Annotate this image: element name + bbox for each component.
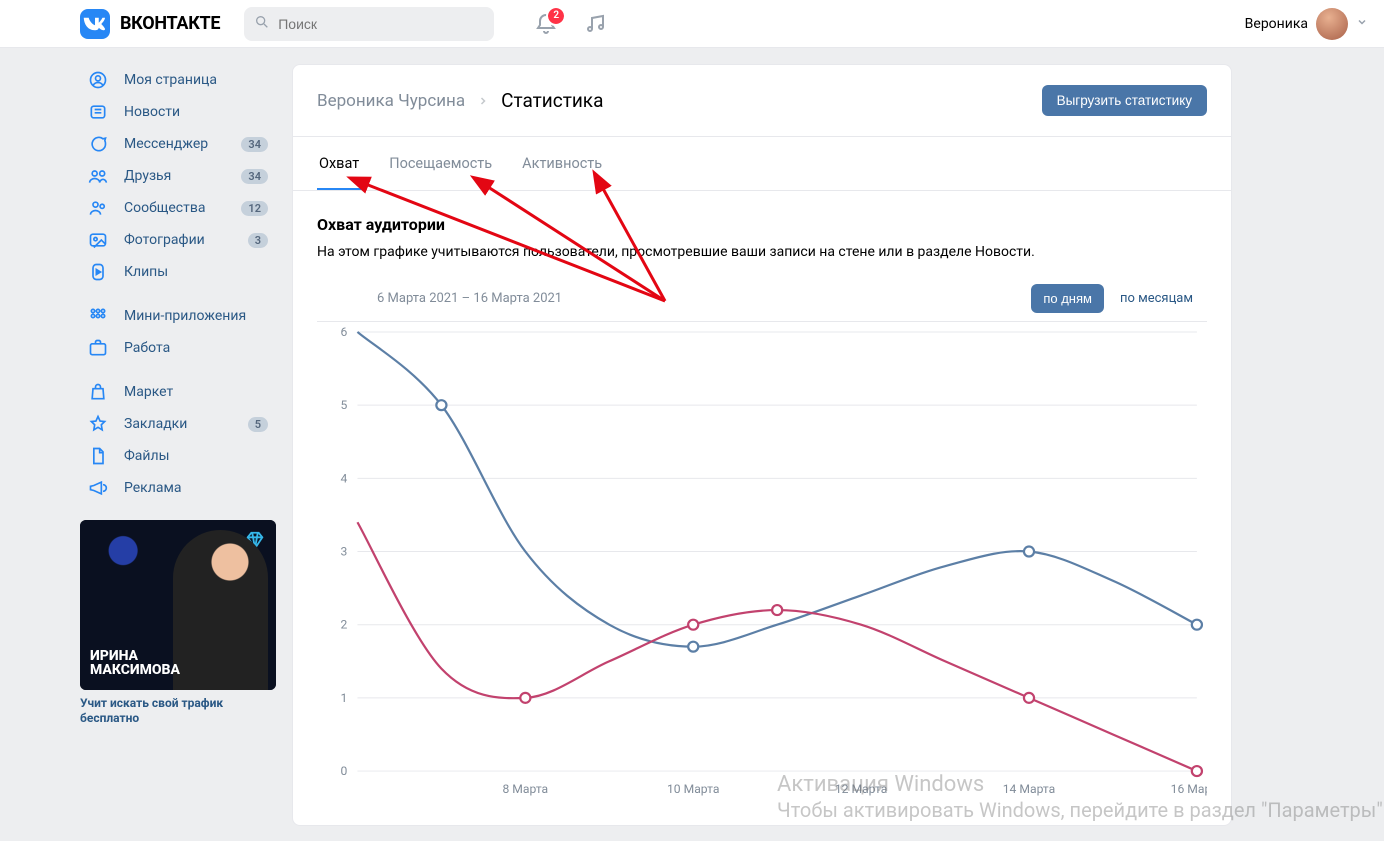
sidebar-item-msg[interactable]: Мессенджер 34 — [80, 128, 276, 160]
svg-text:10 Марта: 10 Марта — [667, 782, 720, 796]
megaphone-icon — [88, 478, 110, 498]
page-title: Статистика — [501, 89, 603, 112]
bag-icon — [88, 382, 110, 402]
svg-text:8 Марта: 8 Марта — [502, 782, 548, 796]
tab-activity[interactable]: Активность — [520, 137, 604, 190]
users-icon — [88, 198, 110, 218]
granularity-month-link[interactable]: по месяцам — [1110, 284, 1203, 313]
svg-text:0: 0 — [341, 764, 348, 778]
sidebar-item-label: Друзья — [124, 168, 227, 184]
section-title: Охват аудитории — [317, 215, 1207, 234]
brand-logo[interactable]: ВКОНТАКТЕ — [80, 9, 220, 39]
sidebar-item-clips[interactable]: Клипы — [80, 256, 276, 288]
sidebar-item-count: 34 — [241, 137, 268, 152]
sidebar: Моя страница Новости Мессенджер 34 Друзья 34 С… — [80, 64, 276, 826]
music-button[interactable] — [584, 12, 608, 36]
tabs-row: Охват Посещаемость Активность — [293, 137, 1231, 191]
breadcrumb-user[interactable]: Вероника Чурсина — [317, 91, 465, 111]
user-menu[interactable]: Вероника — [1245, 8, 1368, 40]
user-circle-icon — [88, 70, 110, 90]
sidebar-item-miniapps[interactable]: Мини-приложения — [80, 300, 276, 332]
search-icon — [254, 14, 270, 34]
sidebar-item-label: Мини-приложения — [124, 308, 268, 324]
sidebar-item-ads[interactable]: Реклама — [80, 472, 276, 504]
chevron-right-icon — [477, 93, 489, 108]
chevron-down-icon — [1356, 16, 1368, 32]
sidebar-ad-caption[interactable]: Учит искать свой трафик бесплатно — [80, 696, 276, 726]
sidebar-item-label: Маркет — [124, 384, 268, 400]
stats-panel: Вероника Чурсина Статистика Выгрузить ст… — [292, 64, 1232, 826]
sidebar-item-label: Фотографии — [124, 232, 234, 248]
panel-header: Вероника Чурсина Статистика Выгрузить ст… — [293, 65, 1231, 137]
granularity-day-button[interactable]: по дням — [1031, 284, 1104, 313]
sidebar-item-count: 5 — [248, 417, 268, 432]
clips-icon — [88, 262, 110, 282]
sidebar-item-jobs[interactable]: Работа — [80, 332, 276, 364]
svg-text:12 Марта: 12 Марта — [835, 782, 888, 796]
svg-text:1: 1 — [341, 691, 348, 705]
sidebar-item-label: Мессенджер — [124, 136, 227, 152]
user-avatar — [1316, 8, 1348, 40]
search-box[interactable] — [244, 7, 494, 41]
sidebar-item-count: 12 — [241, 201, 268, 216]
search-input[interactable] — [278, 16, 484, 32]
sidebar-item-market[interactable]: Маркет — [80, 376, 276, 408]
sidebar-item-label: Сообщества — [124, 200, 227, 216]
sidebar-item-count: 3 — [248, 233, 268, 248]
briefcase-icon — [88, 338, 110, 358]
sidebar-item-photos[interactable]: Фотографии 3 — [80, 224, 276, 256]
ad-person-name: ИРИНА МАКСИМОВА — [90, 649, 180, 678]
friends-icon — [88, 166, 110, 186]
svg-text:14 Марта: 14 Марта — [1003, 782, 1056, 796]
sidebar-item-label: Файлы — [124, 448, 268, 464]
user-name: Вероника — [1245, 16, 1308, 32]
sidebar-item-files[interactable]: Файлы — [80, 440, 276, 472]
sidebar-ad[interactable]: ИРИНА МАКСИМОВА — [80, 520, 276, 690]
notifications-button[interactable]: 2 — [534, 12, 558, 36]
top-header: ВКОНТАКТЕ 2 Вероника — [0, 0, 1384, 48]
svg-text:3: 3 — [341, 545, 348, 559]
photo-icon — [88, 230, 110, 250]
sidebar-item-friends[interactable]: Друзья 34 — [80, 160, 276, 192]
vk-logo-icon — [80, 9, 110, 39]
sidebar-item-news[interactable]: Новости — [80, 96, 276, 128]
svg-text:2: 2 — [341, 618, 348, 632]
sidebar-item-groups[interactable]: Сообщества 12 — [80, 192, 276, 224]
grid-icon — [88, 306, 110, 326]
tab-visits[interactable]: Посещаемость — [387, 137, 494, 190]
svg-text:5: 5 — [341, 398, 348, 412]
svg-text:16 Марта: 16 Марта — [1171, 782, 1207, 796]
star-icon — [88, 414, 110, 434]
reach-chart: 0 1 2 3 4 5 6 8 Марта 10 Марта 12 Марта 14 Марта 16… — [317, 321, 1207, 801]
notifications-count: 2 — [548, 8, 564, 24]
sidebar-item-label: Реклама — [124, 480, 268, 496]
sidebar-item-label: Моя страница — [124, 72, 268, 88]
tab-reach[interactable]: Охват — [317, 137, 361, 190]
svg-text:6: 6 — [341, 325, 348, 339]
newspaper-icon — [88, 102, 110, 122]
chart-period: 6 Марта 2021 – 16 Марта 2021 — [377, 291, 562, 306]
brand-text: ВКОНТАКТЕ — [120, 13, 220, 34]
sidebar-item-label: Новости — [124, 104, 268, 120]
sidebar-item-label: Закладки — [124, 416, 234, 432]
svg-text:4: 4 — [341, 471, 348, 485]
section-description: На этом графике учитываются пользователи… — [317, 244, 1207, 260]
chat-icon — [88, 134, 110, 154]
sidebar-item-label: Клипы — [124, 264, 268, 280]
sidebar-item-count: 34 — [241, 169, 268, 184]
sidebar-item-label: Работа — [124, 340, 268, 356]
file-icon — [88, 446, 110, 466]
export-stats-button[interactable]: Выгрузить статистику — [1042, 85, 1207, 116]
sidebar-item-my-page[interactable]: Моя страница — [80, 64, 276, 96]
sidebar-item-bookmarks[interactable]: Закладки 5 — [80, 408, 276, 440]
